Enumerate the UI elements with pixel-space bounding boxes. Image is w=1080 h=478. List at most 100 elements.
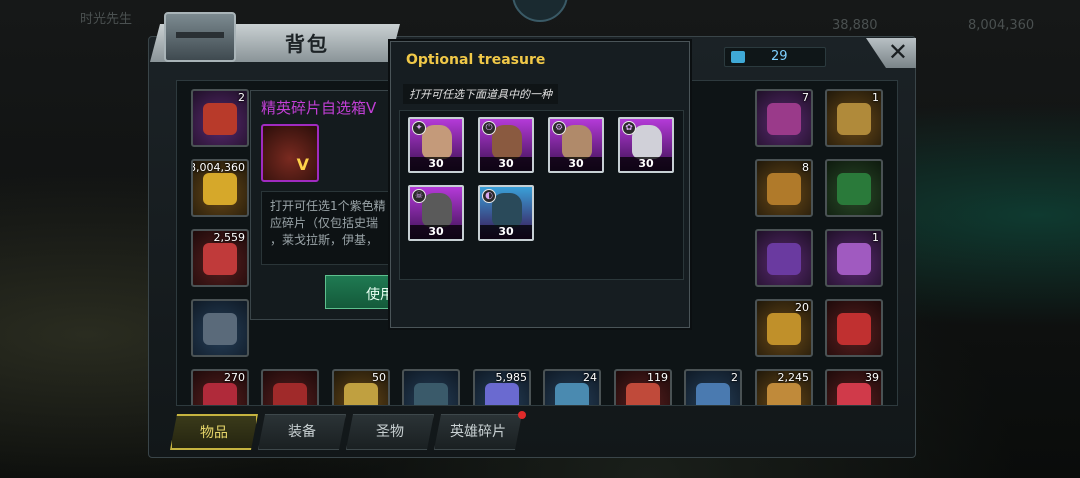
item-icon [626, 383, 660, 405]
hero-portrait[interactable]: ✦ 30 [408, 117, 464, 173]
hero-face [632, 125, 662, 159]
hero-face [562, 125, 592, 159]
item-icon [767, 313, 801, 345]
inventory-slot[interactable]: 20 [755, 299, 813, 357]
item-icon [203, 243, 237, 275]
resource-counter: 38,880 [832, 18, 878, 33]
inventory-slot[interactable] [755, 229, 813, 287]
item-quantity: 39 [865, 371, 879, 384]
tab-2[interactable]: 圣物 [346, 414, 434, 450]
item-detail-panel: 精英碎片自选箱V V 打开可任选1个紫色精 应碎片（仅包括史瑞 ，莱戈拉斯，伊基… [250, 90, 399, 320]
item-icon [414, 383, 448, 405]
inventory-slot[interactable]: 2,245 [755, 369, 813, 405]
hero-level: 30 [410, 225, 462, 239]
inventory-slot[interactable]: 24 [543, 369, 601, 405]
inventory-slot[interactable]: 270 [191, 369, 249, 405]
hero-face [492, 193, 522, 227]
hero-portrait[interactable]: ☠ 30 [408, 185, 464, 241]
item-icon [203, 383, 237, 405]
skull-emblem-icon: ☠ [412, 189, 426, 203]
item-icon [203, 103, 237, 135]
category-tabs: 物品 装备 圣物 英雄碎片 [170, 414, 530, 450]
item-icon [837, 243, 871, 275]
chest-grade-label: V [296, 155, 309, 174]
inventory-slot[interactable] [825, 159, 883, 217]
item-quantity: 7 [802, 91, 809, 104]
item-icon [344, 383, 378, 405]
inventory-slot[interactable]: 119 [614, 369, 672, 405]
player-name: 时光先生 [80, 12, 133, 27]
hero-portrait[interactable]: ⏻ 30 [478, 117, 534, 173]
inventory-slot[interactable]: 50 [332, 369, 390, 405]
popup-title: Optional treasure [406, 52, 546, 68]
description-line: 应碎片（仅包括史瑞 [270, 216, 379, 230]
gear-emblem-icon: ⚙ [552, 121, 566, 135]
item-icon [837, 103, 871, 135]
resource-counter: 8,004,360 [968, 18, 1035, 33]
hero-choice-grid: ✦ 30 ⏻ 30 ⚙ 30 ✿ 30 ☠ 30 ◐ 30 [399, 110, 684, 280]
inventory-slot[interactable]: 8 [755, 159, 813, 217]
hero-level: 30 [550, 157, 602, 171]
item-icon [273, 383, 307, 405]
hero-portrait[interactable]: ◐ 30 [478, 185, 534, 241]
ticket-icon [731, 51, 745, 63]
chest-icon [164, 12, 236, 62]
item-quantity: 2,559 [213, 231, 246, 244]
tab-1[interactable]: 装备 [258, 414, 346, 450]
hero-face [422, 125, 452, 159]
hero-portrait[interactable]: ⚙ 30 [548, 117, 604, 173]
inventory-slot[interactable] [402, 369, 460, 405]
power-emblem-icon: ⏻ [482, 121, 496, 135]
hero-level: 30 [620, 157, 672, 171]
description-line: ，莱戈拉斯，伊基， [270, 233, 379, 247]
item-icon [203, 313, 237, 345]
inventory-slot[interactable]: 2 [684, 369, 742, 405]
use-button[interactable]: 使用 [325, 275, 399, 309]
item-quantity: 2 [731, 371, 738, 384]
item-icon [696, 383, 730, 405]
item-quantity: 8 [802, 161, 809, 174]
optional-treasure-popup: Optional treasure 打开可任选下面道具中的一种 ✦ 30 ⏻ 30 ⚙ 3… [390, 41, 690, 328]
inventory-slot[interactable]: 1 [825, 229, 883, 287]
item-icon [203, 173, 237, 205]
inventory-slot[interactable]: 8,004,360 [191, 159, 249, 217]
item-name: 精英碎片自选箱V [261, 99, 377, 117]
inventory-slot[interactable]: 2 [191, 89, 249, 147]
item-icon [767, 383, 801, 405]
inventory-slot[interactable]: 39 [825, 369, 883, 405]
description-line: 打开可任选1个紫色精 [270, 199, 386, 213]
item-quantity: 20 [795, 301, 809, 314]
item-quantity: 1 [872, 231, 879, 244]
inventory-slot[interactable]: 7 [755, 89, 813, 147]
popup-subtitle: 打开可任选下面道具中的一种 [403, 84, 558, 104]
hero-face [422, 193, 452, 227]
inventory-slot[interactable]: 1 [825, 89, 883, 147]
item-quantity: 5,985 [495, 371, 528, 384]
hero-portrait[interactable]: ✿ 30 [618, 117, 674, 173]
tab-0[interactable]: 物品 [170, 414, 258, 450]
item-description: 打开可任选1个紫色精 应碎片（仅包括史瑞 ，莱戈拉斯，伊基， [261, 191, 399, 265]
leaf-emblem-icon: ✿ [622, 121, 636, 135]
item-quantity: 8,004,360 [191, 161, 245, 174]
item-icon [767, 243, 801, 275]
item-quantity: 270 [224, 371, 245, 384]
notification-dot [518, 411, 526, 419]
hero-level: 30 [480, 157, 532, 171]
tab-3[interactable]: 英雄碎片 [434, 414, 522, 450]
item-quantity: 50 [372, 371, 386, 384]
inventory-slot[interactable] [825, 299, 883, 357]
item-icon [767, 103, 801, 135]
swirl-emblem-icon: ◐ [482, 189, 496, 203]
item-icon [837, 173, 871, 205]
hero-level: 30 [480, 225, 532, 239]
inventory-slot[interactable] [261, 369, 319, 405]
hero-level: 30 [410, 157, 462, 171]
inventory-slot[interactable] [191, 299, 249, 357]
inventory-slot[interactable]: 2,559 [191, 229, 249, 287]
inventory-slot[interactable]: 5,985 [473, 369, 531, 405]
sniper-emblem-icon: ✦ [412, 121, 426, 135]
item-icon [555, 383, 589, 405]
item-quantity: 24 [583, 371, 597, 384]
item-icon [837, 383, 871, 405]
item-quantity: 2 [238, 91, 245, 104]
